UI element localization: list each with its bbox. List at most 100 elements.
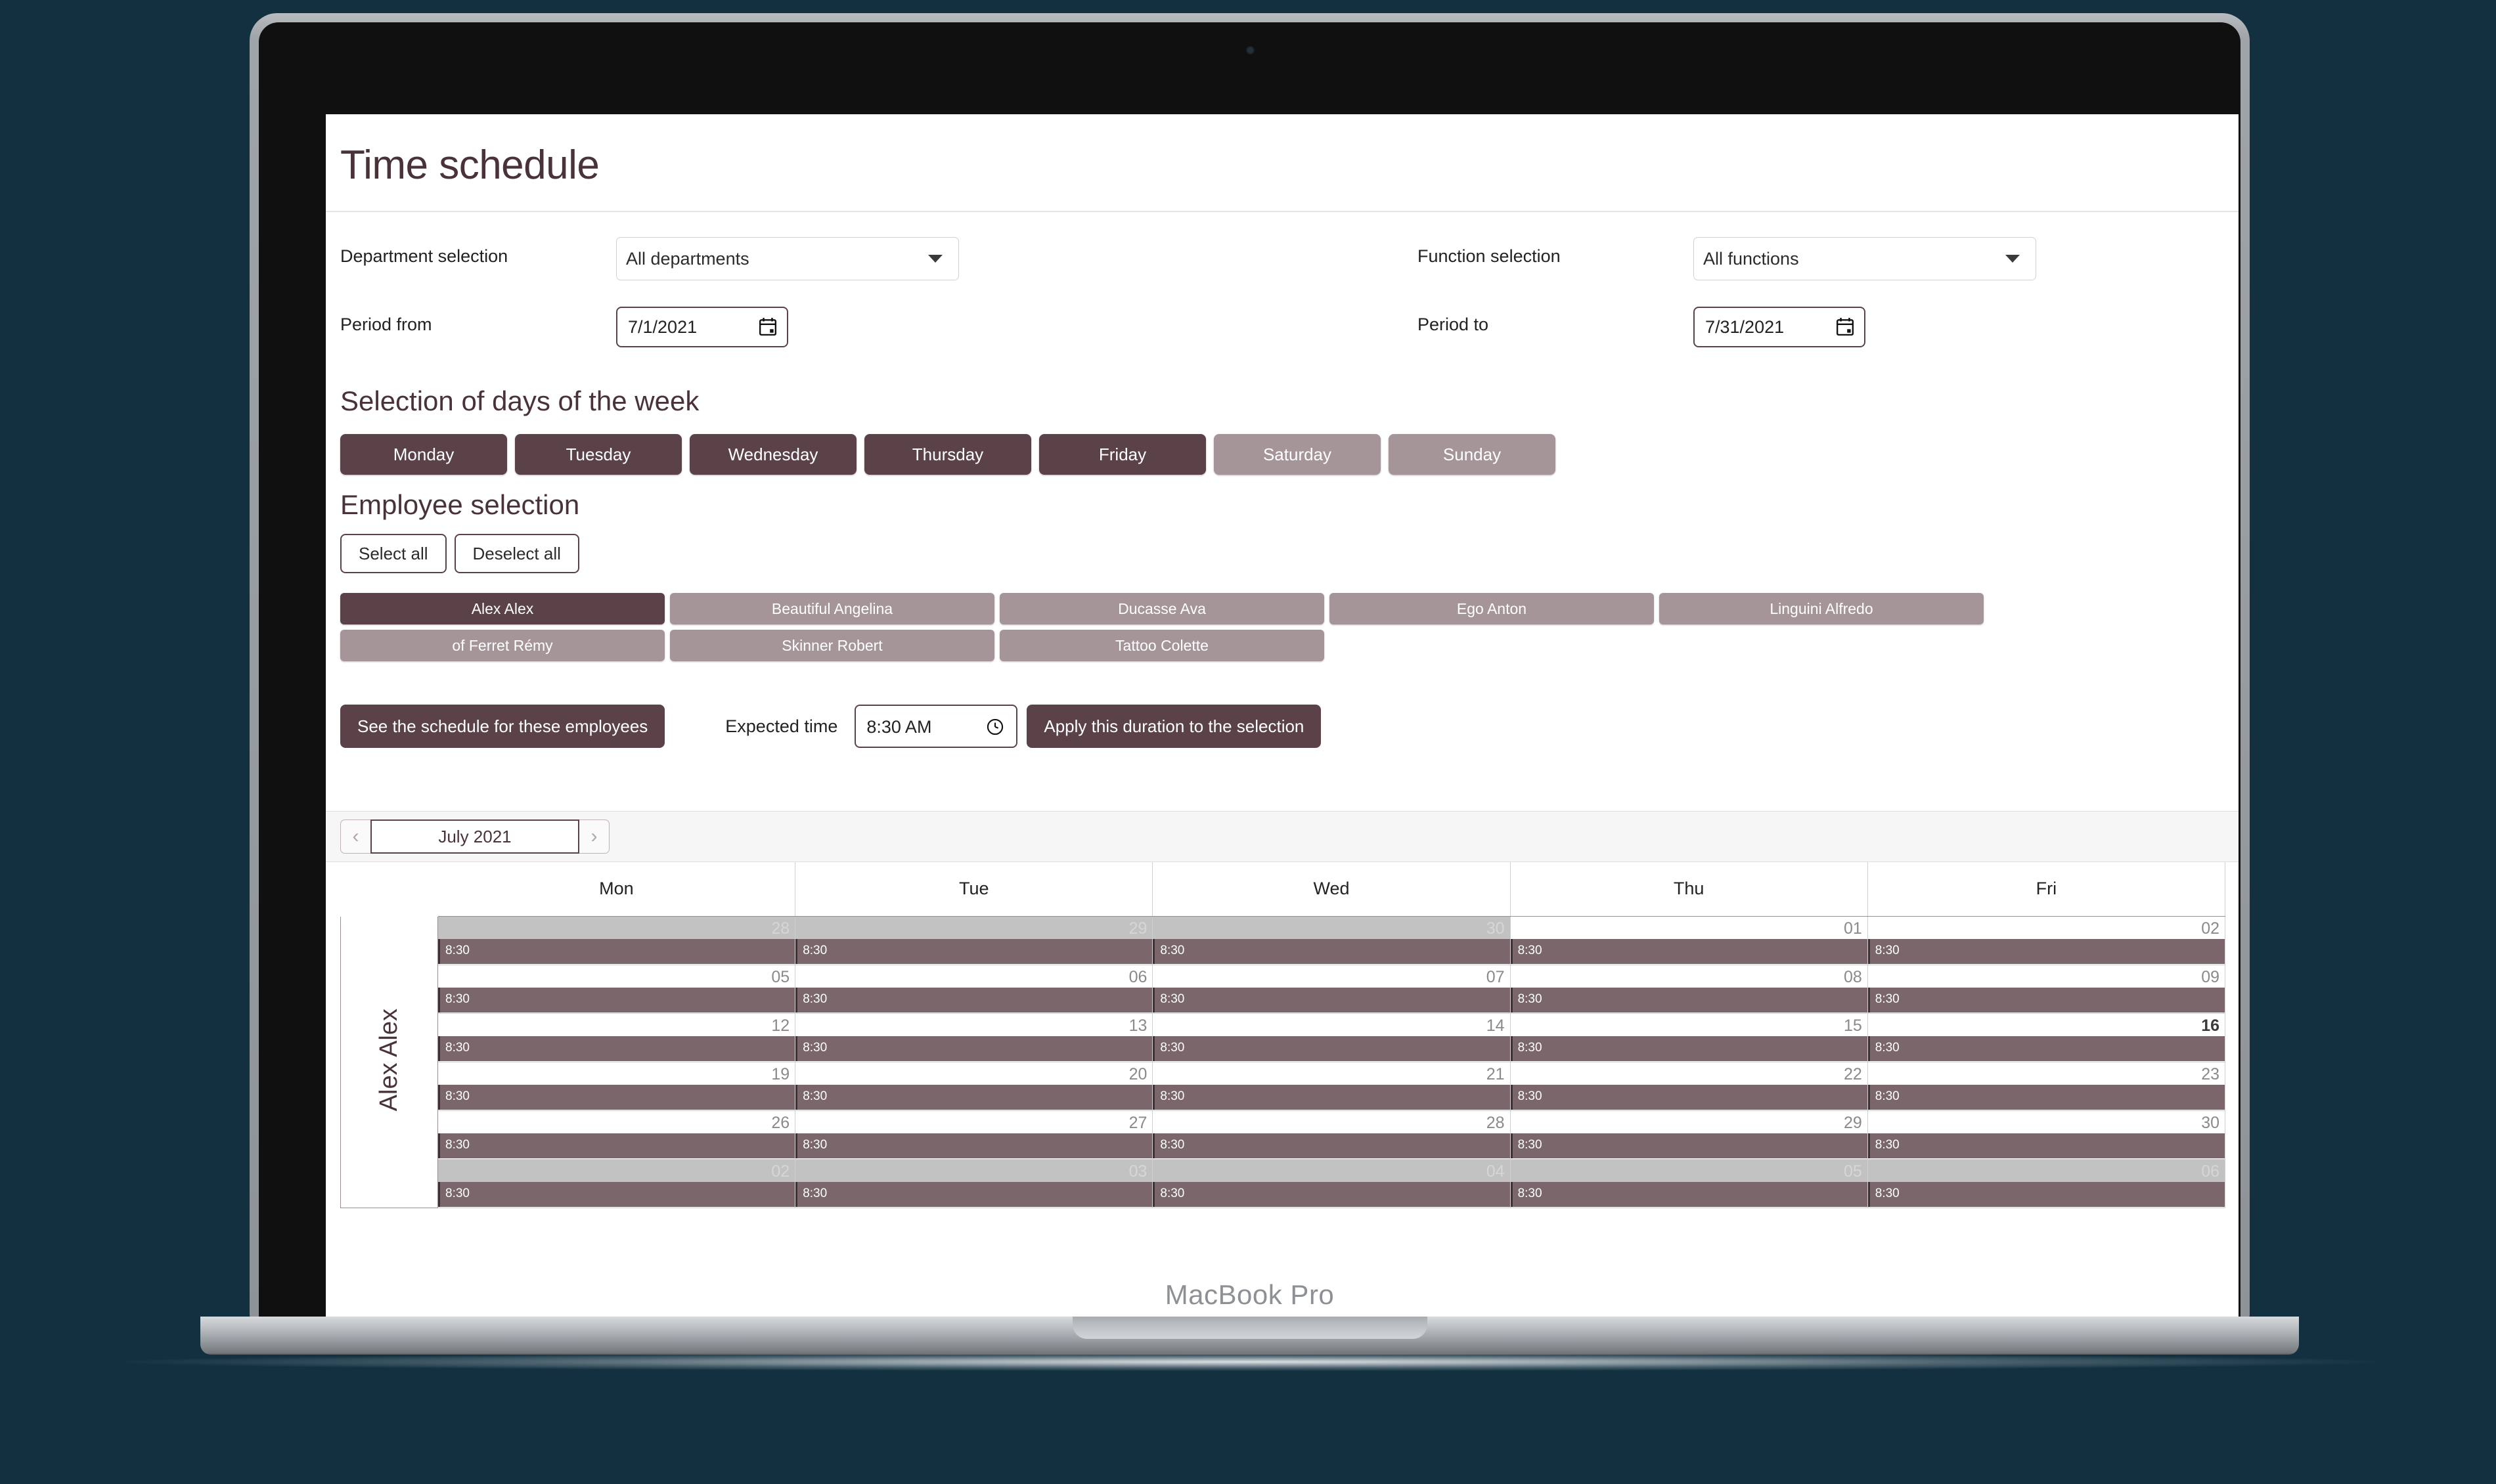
employee-button[interactable]: of Ferret Rémy xyxy=(340,630,665,661)
calendar-day-cell[interactable]: 30 8:30 xyxy=(1152,916,1511,965)
schedule-slot[interactable]: 8:30 xyxy=(795,1084,1153,1110)
schedule-slot[interactable]: 8:30 xyxy=(438,1036,795,1061)
calendar-day-cell[interactable]: 04 8:30 xyxy=(1152,1159,1511,1208)
calendar-day-cell[interactable]: 06 8:30 xyxy=(795,965,1153,1014)
schedule-slot[interactable]: 8:30 xyxy=(1867,1181,2225,1207)
calendar-day-cell[interactable]: 05 8:30 xyxy=(437,965,796,1014)
weekday-header-fri: Fri xyxy=(1867,862,2226,917)
schedule-slot[interactable]: 8:30 xyxy=(1153,1181,1510,1207)
calendar-day-cell[interactable]: 26 8:30 xyxy=(437,1110,796,1160)
department-select[interactable]: All departments xyxy=(616,237,959,280)
calendar-day-cell[interactable]: 05 8:30 xyxy=(1510,1159,1868,1208)
function-label: Function selection xyxy=(1417,246,1561,266)
calendar-day-cell[interactable]: 21 8:30 xyxy=(1152,1062,1511,1111)
calendar-day-cell[interactable]: 06 8:30 xyxy=(1867,1159,2226,1208)
apply-duration-button[interactable]: Apply this duration to the selection xyxy=(1027,705,1322,748)
calendar-day-cell[interactable]: 20 8:30 xyxy=(795,1062,1153,1111)
schedule-slot[interactable]: 8:30 xyxy=(795,1181,1153,1207)
schedule-slot[interactable]: 8:30 xyxy=(795,987,1153,1013)
see-schedule-button[interactable]: See the schedule for these employees xyxy=(340,705,665,748)
schedule-slot[interactable]: 8:30 xyxy=(1510,1084,1867,1110)
schedule-slot[interactable]: 8:30 xyxy=(438,1181,795,1207)
schedule-slot[interactable]: 8:30 xyxy=(1510,1133,1867,1158)
calendar-day-cell[interactable]: 19 8:30 xyxy=(437,1062,796,1111)
calendar-day-cell[interactable]: 12 8:30 xyxy=(437,1013,796,1062)
schedule-slot[interactable]: 8:30 xyxy=(438,1133,795,1158)
calendar-day-cell[interactable]: 28 8:30 xyxy=(437,916,796,965)
schedule-slot[interactable]: 8:30 xyxy=(1153,1133,1510,1158)
schedule-slot[interactable]: 8:30 xyxy=(1867,1084,2225,1110)
calendar-day-cell[interactable]: 02 8:30 xyxy=(437,1159,796,1208)
schedule-slot[interactable]: 8:30 xyxy=(1510,1036,1867,1061)
schedule-slot[interactable]: 8:30 xyxy=(1867,1036,2225,1061)
day-button-saturday[interactable]: Saturday xyxy=(1214,434,1381,475)
schedule-slot[interactable]: 8:30 xyxy=(795,1036,1153,1061)
day-button-thursday[interactable]: Thursday xyxy=(864,434,1031,475)
schedule-slot[interactable]: 8:30 xyxy=(1153,1084,1510,1110)
calendar-day-cell[interactable]: 29 8:30 xyxy=(1510,1110,1868,1160)
schedule-table: Mon Tue Wed Thu Fri Alex Alex 28 8:30 29 8:30 30 8… xyxy=(340,862,2226,1208)
calendar-day-cell[interactable]: 03 8:30 xyxy=(795,1159,1153,1208)
schedule-slot[interactable]: 8:30 xyxy=(1510,938,1867,964)
calendar-day-cell[interactable]: 22 8:30 xyxy=(1510,1062,1868,1111)
employee-button[interactable]: Skinner Robert xyxy=(670,630,994,661)
period-to-field[interactable]: 7/31/2021 xyxy=(1693,307,1865,347)
schedule-slot[interactable]: 8:30 xyxy=(795,1133,1153,1158)
schedule-slot[interactable]: 8:30 xyxy=(438,987,795,1013)
calendar-day-cell[interactable]: 30 8:30 xyxy=(1867,1110,2226,1160)
schedule-slot[interactable]: 8:30 xyxy=(1153,987,1510,1013)
calendar-day-number: 16 xyxy=(1867,1013,2225,1036)
schedule-slot[interactable]: 8:30 xyxy=(1153,1036,1510,1061)
schedule-slot[interactable]: 8:30 xyxy=(1867,1133,2225,1158)
next-month-button[interactable]: › xyxy=(579,819,610,854)
deselect-all-button[interactable]: Deselect all xyxy=(454,534,579,573)
calendar-day-cell[interactable]: 07 8:30 xyxy=(1152,965,1511,1014)
day-button-wednesday[interactable]: Wednesday xyxy=(690,434,857,475)
day-button-friday[interactable]: Friday xyxy=(1039,434,1206,475)
day-button-monday[interactable]: Monday xyxy=(340,434,507,475)
calendar-day-number: 19 xyxy=(438,1062,795,1085)
schedule-slot[interactable]: 8:30 xyxy=(438,938,795,964)
calendar-day-cell[interactable]: 08 8:30 xyxy=(1510,965,1868,1014)
calendar-day-number: 04 xyxy=(1153,1159,1510,1182)
calendar-day-cell[interactable]: 15 8:30 xyxy=(1510,1013,1868,1062)
schedule-slot[interactable]: 8:30 xyxy=(1867,987,2225,1013)
schedule-slot[interactable]: 8:30 xyxy=(1153,938,1510,964)
period-from-field[interactable]: 7/1/2021 xyxy=(616,307,788,347)
day-of-week-button-group: Monday Tuesday Wednesday Thursday Friday Satu… xyxy=(326,417,2239,475)
calendar-day-cell[interactable]: 29 8:30 xyxy=(795,916,1153,965)
day-button-sunday[interactable]: Sunday xyxy=(1389,434,1555,475)
schedule-slot[interactable]: 8:30 xyxy=(1510,987,1867,1013)
calendar-day-cell[interactable]: 14 8:30 xyxy=(1152,1013,1511,1062)
calendar-day-cell[interactable]: 02 8:30 xyxy=(1867,916,2226,965)
employee-button[interactable]: Ego Anton xyxy=(1329,593,1654,624)
employee-button[interactable]: Ducasse Ava xyxy=(1000,593,1324,624)
webcam-icon xyxy=(1245,46,1255,55)
schedule-slot[interactable]: 8:30 xyxy=(1867,938,2225,964)
day-button-tuesday[interactable]: Tuesday xyxy=(515,434,682,475)
calendar-day-cell[interactable]: 16 8:30 xyxy=(1867,1013,2226,1062)
calendar-day-number: 22 xyxy=(1510,1062,1867,1085)
schedule-slot[interactable]: 8:30 xyxy=(438,1084,795,1110)
select-all-button[interactable]: Select all xyxy=(340,534,447,573)
calendar-icon[interactable] xyxy=(759,317,776,336)
employee-button[interactable]: Beautiful Angelina xyxy=(670,593,994,624)
clock-icon[interactable] xyxy=(986,718,1004,736)
calendar-day-cell[interactable]: 23 8:30 xyxy=(1867,1062,2226,1111)
employee-button[interactable]: Tattoo Colette xyxy=(1000,630,1324,661)
calendar-day-number: 27 xyxy=(795,1110,1153,1133)
current-month-label[interactable]: July 2021 xyxy=(370,819,579,854)
function-select[interactable]: All functions xyxy=(1693,237,2036,280)
calendar-day-cell[interactable]: 13 8:30 xyxy=(795,1013,1153,1062)
calendar-day-cell[interactable]: 28 8:30 xyxy=(1152,1110,1511,1160)
schedule-slot[interactable]: 8:30 xyxy=(795,938,1153,964)
employee-button[interactable]: Alex Alex xyxy=(340,593,665,624)
prev-month-button[interactable]: ‹ xyxy=(340,819,370,854)
schedule-slot[interactable]: 8:30 xyxy=(1510,1181,1867,1207)
calendar-day-cell[interactable]: 27 8:30 xyxy=(795,1110,1153,1160)
employee-button[interactable]: Linguini Alfredo xyxy=(1659,593,1984,624)
calendar-icon[interactable] xyxy=(1837,317,1854,336)
calendar-day-cell[interactable]: 01 8:30 xyxy=(1510,916,1868,965)
expected-time-field[interactable]: 8:30 AM xyxy=(855,705,1018,748)
calendar-day-cell[interactable]: 09 8:30 xyxy=(1867,965,2226,1014)
